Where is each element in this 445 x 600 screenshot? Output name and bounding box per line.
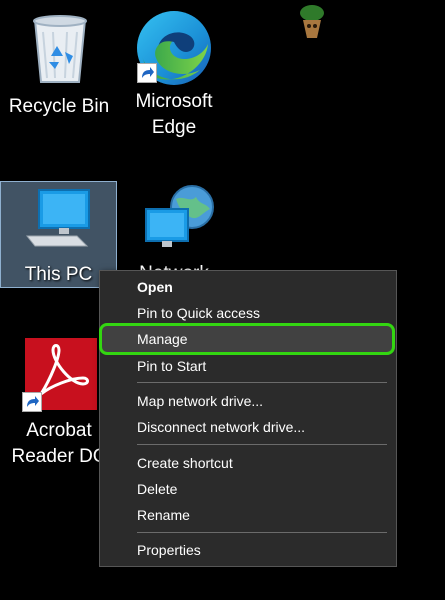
menu-item-disconnect-network-drive[interactable]: Disconnect network drive... (100, 414, 396, 440)
menu-item-open[interactable]: Open (100, 274, 396, 300)
menu-item-delete[interactable]: Delete (100, 476, 396, 502)
edge-label-line1: Microsoft (135, 91, 213, 112)
computer-icon (25, 189, 90, 247)
shortcut-arrow-icon (137, 63, 157, 83)
tree-character-icon (300, 5, 324, 38)
menu-item-properties[interactable]: Properties (100, 537, 396, 563)
recycle-bin-icon-tile[interactable]: Recycle Bin (5, 8, 113, 126)
recycle-bin-label: Recycle Bin (8, 96, 110, 117)
menu-separator (137, 532, 387, 533)
menu-separator (137, 444, 387, 445)
menu-item-pin-to-start[interactable]: Pin to Start (100, 353, 396, 379)
menu-item-rename[interactable]: Rename (100, 502, 396, 528)
network-icon (145, 185, 214, 247)
menu-item-create-shortcut[interactable]: Create shortcut (100, 450, 396, 476)
menu-item-manage[interactable]: Manage (100, 326, 396, 352)
acrobat-icon-tile[interactable]: Acrobat Reader DC (5, 338, 113, 473)
acrobat-label-line2: Reader DC (11, 446, 107, 467)
menu-separator (137, 382, 387, 383)
shortcut-arrow-icon (22, 392, 42, 412)
edge-label-line2: Edge (151, 117, 197, 138)
acrobat-label-line1: Acrobat (26, 420, 92, 441)
recycle-bin-icon (33, 15, 87, 83)
context-menu: Open Pin to Quick access Manage Pin to S… (99, 270, 397, 567)
menu-item-map-network-drive[interactable]: Map network drive... (100, 388, 396, 414)
edge-icon-tile[interactable]: Microsoft Edge (120, 5, 228, 140)
